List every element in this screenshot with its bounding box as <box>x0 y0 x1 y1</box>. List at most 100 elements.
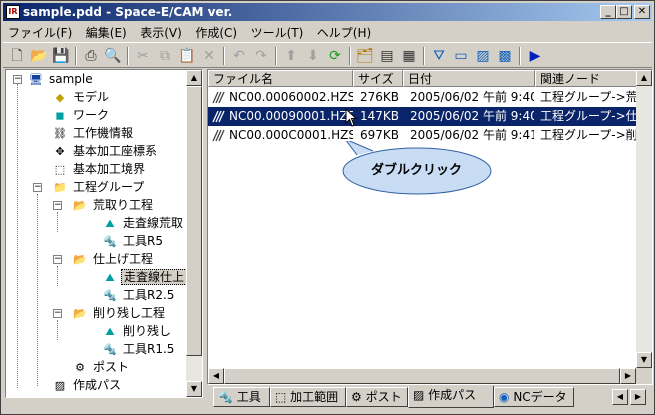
toolbar-separator <box>423 47 425 65</box>
tree-item-rest[interactable]: ⛰ 削り残し <box>102 322 173 340</box>
detail-view-icon[interactable]: ▤ <box>377 46 397 66</box>
tree-item-post[interactable]: ⚙ ポスト <box>72 358 131 376</box>
nc-data-icon: ◉ <box>499 390 510 404</box>
collapse-toggle[interactable]: − <box>13 75 22 84</box>
menu-tools[interactable]: ツール(T) <box>246 22 309 43</box>
boundary-icon: ⬚ <box>54 162 66 176</box>
run-icon[interactable]: ▶ <box>525 46 545 66</box>
column-header-filename[interactable]: ファイル名 <box>208 70 353 87</box>
tree-item-roughing[interactable]: 📂 荒取り工程 <box>72 196 155 214</box>
tree-item-work[interactable]: ◼ ワーク <box>52 106 111 124</box>
column-header-date[interactable]: 日付 <box>403 70 535 87</box>
tree-line <box>57 266 58 286</box>
paste-icon[interactable]: 📋 <box>177 46 197 66</box>
menu-edit[interactable]: 編集(E) <box>81 22 132 43</box>
tree-view-icon[interactable]: 🗂 <box>355 46 375 66</box>
toolbar-separator <box>223 47 225 65</box>
tree-item-tool-r1-5[interactable]: 🔩 工具R1.5 <box>102 340 176 358</box>
scroll-down-button[interactable]: ▼ <box>186 381 202 397</box>
menu-view[interactable]: 表示(V) <box>135 22 187 43</box>
tab-nc-data[interactable]: ◉ NCデータ <box>494 387 574 407</box>
tree-item-tool-r2-5[interactable]: 🔩 工具R2.5 <box>102 286 176 304</box>
column-header-size[interactable]: サイズ <box>353 70 403 87</box>
tree-item-rest-machining[interactable]: 📂 削り残し工程 <box>72 304 167 322</box>
collapse-toggle[interactable]: − <box>53 201 62 210</box>
tree-panel[interactable]: − 🖥 sample ◆ モデル ◼ ワーク ⛓ 工作機情報 ✥ 基本加工座標系 ⬚ 基本加… <box>5 69 203 398</box>
tree-line <box>57 320 58 340</box>
app-window: IR sample.pdd - Space-E/CAM ver. _ □ ✕ フ… <box>0 0 655 415</box>
toolbar-separator <box>75 47 77 65</box>
scroll-thumb[interactable] <box>186 86 202 356</box>
menu-file[interactable]: ファイル(F) <box>3 22 77 43</box>
title-bar[interactable]: IR sample.pdd - Space-E/CAM ver. _ □ ✕ <box>3 3 652 21</box>
redo-icon[interactable]: ↷ <box>251 46 271 66</box>
work-icon: ◼ <box>55 108 65 122</box>
tree-item-machine[interactable]: ⛓ 工作機情報 <box>52 124 135 142</box>
scroll-left-button[interactable]: ◀ <box>208 368 224 384</box>
menu-create[interactable]: 作成(C) <box>190 22 242 43</box>
save-icon[interactable]: 💾 <box>51 46 71 66</box>
tab-machining-area[interactable]: ⬚ 加工範囲 <box>270 387 346 407</box>
scroll-down-button[interactable]: ▼ <box>636 352 652 368</box>
maximize-button[interactable]: □ <box>616 5 632 19</box>
tab-tool[interactable]: 🔩 工具 <box>213 387 270 407</box>
app-icon: IR <box>6 5 20 19</box>
file-row-selected[interactable]: NC00.00090001.HZS 147KB 2005/06/02 午前 9:… <box>208 107 637 126</box>
list-view-icon[interactable]: ▦ <box>399 46 419 66</box>
tree-item-tool-r5[interactable]: 🔩 工具R5 <box>102 232 165 250</box>
scroll-right-button[interactable]: ▶ <box>620 368 636 384</box>
path-icon: ⛰ <box>105 324 115 338</box>
tree-root[interactable]: 🖥 sample <box>28 70 95 88</box>
move-up-icon[interactable]: ⬆ <box>281 46 301 66</box>
copy-icon[interactable]: ⧉ <box>155 46 175 66</box>
scroll-up-button[interactable]: ▲ <box>186 70 202 86</box>
tab-created-path[interactable]: ▨ 作成パス <box>408 386 494 408</box>
tool-icon: 🔩 <box>103 342 117 356</box>
image-icon[interactable]: ▨ <box>473 46 493 66</box>
minimize-button[interactable]: _ <box>600 5 616 19</box>
tab-post[interactable]: ⚙ ポスト <box>346 387 408 407</box>
file-list-vscrollbar[interactable]: ▲ ▼ <box>636 70 652 368</box>
tree-item-boundary[interactable]: ⬚ 基本加工境界 <box>52 160 147 178</box>
file-list-hscrollbar[interactable]: ◀ ▶ <box>208 368 636 384</box>
print-preview-icon[interactable]: 🔍 <box>103 46 123 66</box>
tree-item-finishing[interactable]: 📂 仕上げ工程 <box>72 250 155 268</box>
file-row[interactable]: NC00.00060002.HZS 276KB 2005/06/02 午前 9:… <box>208 88 637 107</box>
scroll-up-button[interactable]: ▲ <box>636 70 652 86</box>
created-path-icon: ▨ <box>413 388 425 402</box>
file-name: NC00.000C0001.HZS <box>229 128 353 142</box>
undo-icon[interactable]: ↶ <box>229 46 249 66</box>
tree-item-created-path[interactable]: ▨ 作成パス <box>52 376 123 394</box>
collapse-toggle[interactable]: − <box>33 183 42 192</box>
file-list-panel[interactable]: ファイル名 サイズ 日付 関連ノード NC00.00060002.HZS 276… <box>207 69 653 385</box>
grid-icon[interactable]: ▩ <box>495 46 515 66</box>
window-icon[interactable]: ▭ <box>451 46 471 66</box>
tree-item-scan-finish[interactable]: ⛰ 走査線仕上 <box>102 268 188 286</box>
move-down-icon[interactable]: ⬇ <box>303 46 323 66</box>
tree-item-process-group[interactable]: 📁 工程グループ <box>52 178 146 196</box>
close-button[interactable]: ✕ <box>634 5 650 19</box>
filter-icon[interactable]: ⛛ <box>429 46 449 66</box>
path-icon: ⛰ <box>105 216 115 230</box>
file-size: 147KB <box>360 109 400 123</box>
column-header-node[interactable]: 関連ノード <box>535 70 637 87</box>
tab-scroll-left-button[interactable]: ◀ <box>612 389 628 405</box>
new-file-icon[interactable]: 🗋 <box>7 46 27 66</box>
model-icon: ◆ <box>55 90 65 104</box>
collapse-toggle[interactable]: − <box>53 309 62 318</box>
tree-item-scan-rough[interactable]: ⛰ 走査線荒取 <box>102 214 185 232</box>
tree-item-model[interactable]: ◆ モデル <box>52 88 111 106</box>
print-icon[interactable]: ⎙ <box>81 46 101 66</box>
cut-icon[interactable]: ✂ <box>133 46 153 66</box>
menu-help[interactable]: ヘルプ(H) <box>312 22 376 43</box>
tab-scroll-right-button[interactable]: ▶ <box>630 389 646 405</box>
delete-icon[interactable]: ✕ <box>199 46 219 66</box>
post-icon: ⚙ <box>351 390 362 404</box>
tool-icon: 🔩 <box>103 234 117 248</box>
tree-item-coordinate[interactable]: ✥ 基本加工座標系 <box>52 142 159 160</box>
hscroll-thumb[interactable] <box>224 368 620 384</box>
tree-scrollbar[interactable]: ▲ ▼ <box>186 70 202 397</box>
collapse-toggle[interactable]: − <box>53 255 62 264</box>
refresh-icon[interactable]: ⟳ <box>325 46 345 66</box>
open-folder-icon[interactable]: 📂 <box>29 46 49 66</box>
